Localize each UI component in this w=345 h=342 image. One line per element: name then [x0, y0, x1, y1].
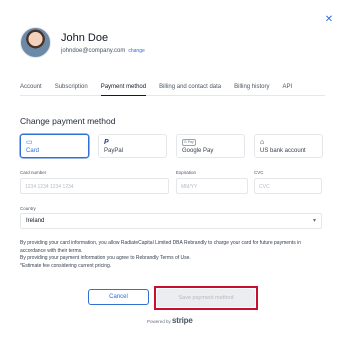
method-card[interactable]: ▭ Card	[20, 134, 89, 158]
chevron-down-icon: ▾	[312, 218, 316, 224]
legal-line-3: *Estimate fee considering current pricin…	[20, 262, 112, 269]
save-payment-method-button[interactable]: Save payment method	[157, 289, 255, 307]
google-pay-icon: G Pay	[182, 138, 196, 146]
payment-method-options: ▭ Card P PayPal G Pay Google Pay ⌂ US ba…	[20, 134, 323, 158]
country-label: Country	[20, 206, 36, 211]
profile-email-row: johndoe@company.com change	[61, 48, 145, 54]
tab-billing-history[interactable]: Billing history	[234, 82, 269, 96]
tab-payment-method[interactable]: Payment method	[100, 82, 147, 96]
method-us-bank-account[interactable]: ⌂ US bank account	[254, 134, 323, 158]
tab-api[interactable]: API	[282, 82, 292, 96]
cvc-input[interactable]: CVC	[254, 178, 322, 194]
paypal-icon: P	[104, 139, 109, 146]
stripe-logo: stripe	[172, 316, 193, 325]
method-bank-label: US bank account	[260, 148, 306, 154]
card-number-input[interactable]: 1234 1234 1234 1234	[20, 178, 169, 194]
powered-by-stripe: Powered by stripe	[147, 316, 193, 325]
method-paypal-label: PayPal	[104, 148, 124, 154]
method-google-pay[interactable]: G Pay Google Pay	[176, 134, 245, 158]
tab-subscription[interactable]: Subscription	[55, 82, 88, 96]
profile-email: johndoe@company.com	[61, 47, 126, 54]
method-google-pay-label: Google Pay	[182, 148, 214, 154]
settings-tabs: Account Subscription Payment method Bill…	[20, 82, 325, 96]
profile-header: John Doe johndoe@company.com change	[20, 27, 145, 58]
country-value: Ireland	[26, 218, 45, 224]
method-card-label: Card	[26, 148, 40, 154]
powered-by-label: Powered by	[147, 319, 171, 324]
expiration-label: Expiration	[176, 170, 197, 175]
tab-account[interactable]: Account	[20, 82, 42, 96]
profile-name: John Doe	[61, 31, 109, 44]
method-paypal[interactable]: P PayPal	[98, 134, 167, 158]
country-select[interactable]: Ireland ▾	[20, 213, 322, 229]
tab-billing-contact-data[interactable]: Billing and contact data	[159, 82, 221, 96]
credit-card-icon: ▭	[26, 139, 33, 146]
legal-line-2: By providing your payment information yo…	[20, 255, 191, 261]
change-email-link[interactable]: change	[128, 48, 144, 54]
section-title: Change payment method	[20, 116, 116, 126]
avatar	[20, 27, 51, 58]
bank-icon: ⌂	[260, 139, 265, 146]
cancel-button[interactable]: Cancel	[88, 289, 149, 305]
card-number-label: Card number	[20, 170, 47, 175]
legal-notice: By providing your card information, you …	[20, 240, 326, 270]
expiration-input[interactable]: MM/YY	[176, 178, 248, 194]
close-icon[interactable]: ✕	[323, 14, 335, 26]
cvc-label: CVC	[254, 170, 264, 175]
legal-line-1: By providing your card information, you …	[20, 240, 301, 254]
profile-info: John Doe johndoe@company.com change	[61, 32, 145, 54]
